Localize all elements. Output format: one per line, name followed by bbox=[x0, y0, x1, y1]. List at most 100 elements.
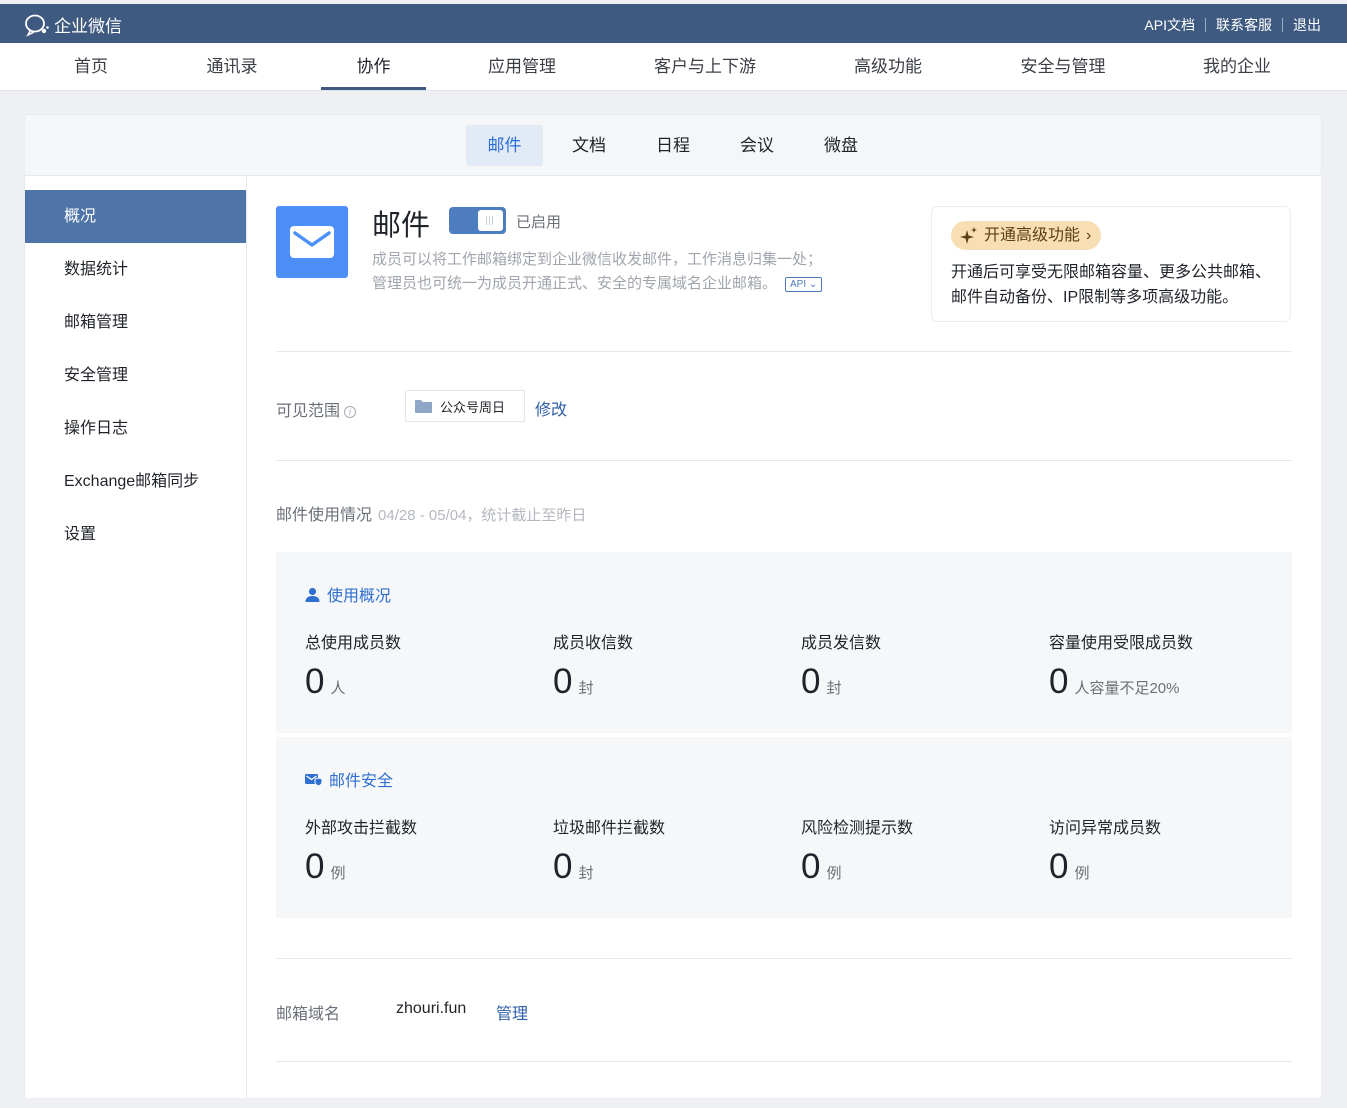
nav-app-management[interactable]: 应用管理 bbox=[476, 43, 568, 91]
divider bbox=[1282, 18, 1283, 32]
sidebar: 概况 数据统计 邮箱管理 安全管理 操作日志 Exchange邮箱同步 设置 bbox=[25, 176, 247, 1098]
nav-collaboration[interactable]: 协作 bbox=[321, 43, 426, 91]
nav-advanced-features[interactable]: 高级功能 bbox=[843, 43, 933, 91]
overview-title: 使用概况 bbox=[305, 582, 391, 606]
stat-value: 0 bbox=[305, 662, 325, 701]
advanced-promo-card: 开通高级功能 › 开通后可享受无限邮箱容量、更多公共邮箱、邮件自动备份、IP限制… bbox=[931, 206, 1291, 322]
stat-unit: 封 bbox=[578, 680, 594, 697]
sub-nav: 邮件 文档 日程 会议 微盘 bbox=[25, 115, 1321, 176]
chevron-down-icon[interactable]: ⌄ bbox=[809, 279, 817, 290]
stat-value-row: 0封 bbox=[801, 662, 1041, 709]
app-title: 邮件 bbox=[372, 210, 431, 242]
stat-unit: 例 bbox=[330, 865, 346, 882]
api-badge-label[interactable]: API bbox=[790, 279, 806, 290]
stat-spam-blocked: 垃圾邮件拦截数 0封 bbox=[553, 814, 793, 894]
stat-unit: 封 bbox=[578, 865, 594, 882]
enable-advanced-label[interactable]: 开通高级功能 bbox=[984, 221, 1080, 250]
tab-mail[interactable]: 邮件 bbox=[466, 125, 543, 166]
stat-unit: 例 bbox=[826, 865, 842, 882]
main-card: 邮件 文档 日程 会议 微盘 概况 数据统计 邮箱管理 安全管理 操作日志 Ex… bbox=[25, 115, 1321, 1098]
tab-meeting[interactable]: 会议 bbox=[721, 125, 793, 166]
scope-label: 可见范围 i bbox=[276, 397, 357, 421]
tab-drive[interactable]: 微盘 bbox=[805, 125, 877, 166]
edit-scope-link[interactable]: 修改 bbox=[535, 396, 567, 420]
brand-logo[interactable]: 企业微信 bbox=[24, 12, 122, 37]
mail-shield-icon bbox=[305, 773, 322, 786]
divider bbox=[276, 958, 1292, 959]
usage-period: 04/28 - 05/04，统计截止至昨日 bbox=[378, 507, 587, 524]
stat-unit: 例 bbox=[1074, 865, 1090, 882]
sidebar-item-exchange-sync[interactable]: Exchange邮箱同步 bbox=[25, 455, 246, 508]
nav-contacts[interactable]: 通讯录 bbox=[192, 43, 272, 91]
nav-customers-partners[interactable]: 客户与上下游 bbox=[640, 43, 770, 91]
tab-docs[interactable]: 文档 bbox=[553, 125, 625, 166]
desc-line-1: 成员可以将工作邮箱绑定到企业微信收发邮件，工作消息归集一处； bbox=[372, 251, 823, 268]
api-badge[interactable]: API ⌄ bbox=[785, 276, 823, 292]
usage-title-text: 邮件使用情况 bbox=[276, 507, 373, 524]
manage-domain-link[interactable]: 管理 bbox=[496, 1000, 528, 1024]
stat-name: 风险检测提示数 bbox=[801, 820, 914, 837]
stat-unit: 封 bbox=[826, 680, 842, 697]
stat-unit: 人容量不足20% bbox=[1074, 680, 1180, 697]
overview-title-text: 使用概况 bbox=[327, 588, 392, 605]
promo-text: 开通后可享受无限邮箱容量、更多公共邮箱、邮件自动备份、IP限制等多项高级功能。 bbox=[951, 264, 1272, 306]
stat-value: 0 bbox=[801, 847, 821, 886]
sidebar-item-security[interactable]: 安全管理 bbox=[25, 349, 246, 402]
info-icon[interactable]: i bbox=[344, 406, 357, 418]
mail-security-panel: 邮件安全 外部攻击拦截数 0例 垃圾邮件拦截数 0封 风险检测提示数 0例 访问… bbox=[276, 737, 1292, 918]
stat-name: 成员发信数 bbox=[801, 635, 882, 652]
stat-value-row: 0 人容量不足20% bbox=[1049, 662, 1289, 709]
tab-schedule[interactable]: 日程 bbox=[637, 125, 709, 166]
scope-value: 公众号周日 bbox=[440, 399, 506, 415]
stat-name: 垃圾邮件拦截数 bbox=[553, 820, 666, 837]
scope-label-text: 可见范围 bbox=[276, 403, 341, 420]
stat-value: 0 bbox=[553, 847, 573, 886]
stat-name: 外部攻击拦截数 bbox=[305, 820, 418, 837]
desc-line-2: 管理员也可统一为成员开通正式、安全的专属域名企业邮箱。 API ⌄ bbox=[372, 272, 882, 296]
folder-icon bbox=[415, 399, 432, 413]
sidebar-item-overview[interactable]: 概况 bbox=[25, 190, 246, 243]
toggle-knob[interactable] bbox=[478, 210, 503, 231]
usage-title: 邮件使用情况 04/28 - 05/04，统计截止至昨日 bbox=[276, 501, 586, 525]
sparkle-icon bbox=[960, 226, 977, 244]
wecom-logo-icon bbox=[25, 14, 49, 37]
stat-name: 成员收信数 bbox=[553, 635, 634, 652]
enable-toggle[interactable] bbox=[449, 207, 506, 234]
sidebar-item-mailbox-management[interactable]: 邮箱管理 bbox=[25, 296, 246, 349]
divider bbox=[276, 1061, 1292, 1062]
mail-app-icon bbox=[276, 206, 348, 278]
nav-security-management[interactable]: 安全与管理 bbox=[1008, 43, 1118, 91]
stat-value-row: 0例 bbox=[305, 847, 545, 894]
domain-label: 邮箱域名 bbox=[276, 1006, 341, 1023]
stat-name: 容量使用受限成员数 bbox=[1049, 635, 1194, 652]
stat-value-row: 0例 bbox=[1049, 847, 1289, 894]
divider bbox=[276, 460, 1292, 461]
divider bbox=[1205, 18, 1206, 32]
logout-link[interactable]: 退出 bbox=[1293, 15, 1321, 35]
desc-line-2-text: 管理员也可统一为成员开通正式、安全的专属域名企业邮箱。 bbox=[372, 275, 778, 292]
stat-total-users: 总使用成员数 0人 bbox=[305, 629, 545, 709]
contact-support-link[interactable]: 联系客服 bbox=[1216, 15, 1272, 35]
stat-value: 0 bbox=[553, 662, 573, 701]
chevron-right-icon[interactable]: › bbox=[1086, 221, 1091, 250]
app-description: 成员可以将工作邮箱绑定到企业微信收发邮件，工作消息归集一处； 管理员也可统一为成… bbox=[372, 248, 882, 296]
sidebar-item-operation-log[interactable]: 操作日志 bbox=[25, 402, 246, 455]
security-title-text: 邮件安全 bbox=[329, 773, 394, 790]
api-docs-link[interactable]: API文档 bbox=[1144, 15, 1195, 35]
stat-value: 0 bbox=[1049, 847, 1069, 886]
stat-name: 访问异常成员数 bbox=[1049, 820, 1162, 837]
sidebar-item-settings[interactable]: 设置 bbox=[25, 508, 246, 561]
stat-received: 成员收信数 0封 bbox=[553, 629, 793, 709]
nav-my-enterprise[interactable]: 我的企业 bbox=[1190, 43, 1284, 91]
enable-advanced-button[interactable]: 开通高级功能 › bbox=[951, 221, 1102, 250]
top-links: API文档 联系客服 退出 bbox=[1144, 15, 1321, 35]
stat-risk-alerts: 风险检测提示数 0例 bbox=[801, 814, 1041, 894]
stat-name: 总使用成员数 bbox=[305, 635, 402, 652]
usage-overview-panel: 使用概况 总使用成员数 0人 成员收信数 0封 成员发信数 0封 容量使用受限成… bbox=[276, 552, 1292, 733]
sidebar-item-statistics[interactable]: 数据统计 bbox=[25, 243, 246, 296]
stat-value-row: 0封 bbox=[553, 847, 793, 894]
nav-home[interactable]: 首页 bbox=[52, 43, 130, 91]
stat-value: 0 bbox=[305, 847, 325, 886]
stat-value-row: 0例 bbox=[801, 847, 1041, 894]
scope-chip: 公众号周日 bbox=[405, 390, 525, 422]
